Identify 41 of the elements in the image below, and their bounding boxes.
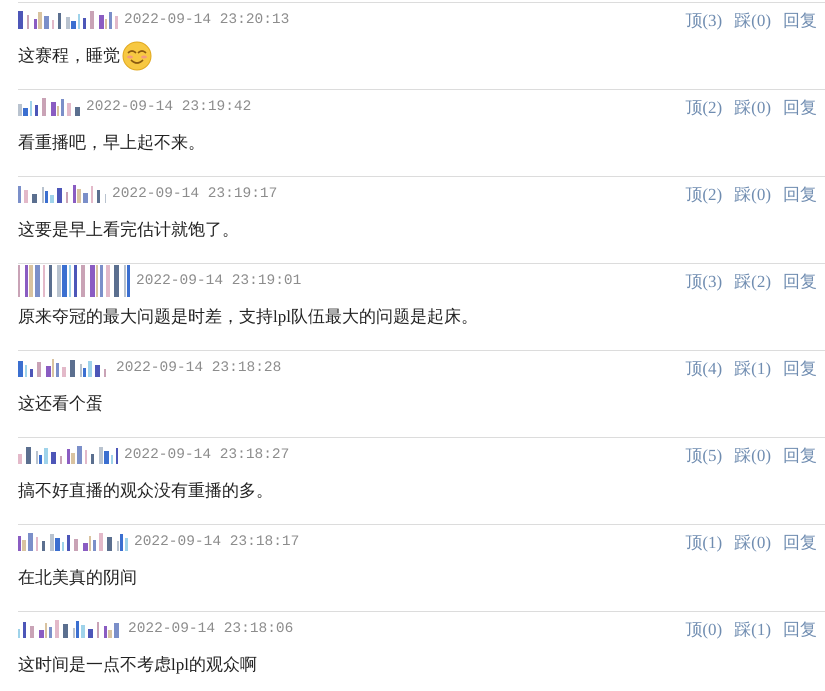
upvote-link[interactable]: 顶(2) (685, 96, 722, 118)
reply-link[interactable]: 回复 (783, 618, 817, 640)
reply-link[interactable]: 回复 (783, 182, 817, 206)
comment-text: 看重播吧，早上起不来。 (18, 132, 205, 154)
reply-link[interactable]: 回复 (783, 270, 817, 292)
downvote-link[interactable]: 踩(0) (734, 8, 771, 32)
downvote-link[interactable]: 踩(0) (734, 96, 771, 118)
upvote-link[interactable]: 顶(0) (685, 618, 722, 640)
comment-text: 原来夺冠的最大问题是时差，支持lpl队伍最大的问题是起床。 (18, 306, 478, 328)
downvote-link[interactable]: 踩(2) (734, 270, 771, 292)
upvote-link[interactable]: 顶(3) (685, 8, 722, 32)
comment-time: 2022-09-14 23:19:42 (86, 99, 252, 115)
comment-text: 搞不好直播的观众没有重播的多。 (18, 480, 273, 502)
reply-link[interactable]: 回复 (783, 96, 817, 118)
comment-time: 2022-09-14 23:18:28 (116, 360, 282, 376)
comment-text: 这还看个蛋 (18, 392, 103, 414)
upvote-link[interactable]: 顶(3) (685, 270, 722, 292)
comment-time: 2022-09-14 23:19:17 (112, 186, 278, 202)
downvote-link[interactable]: 踩(0) (734, 444, 771, 466)
downvote-link[interactable]: 踩(0) (734, 182, 771, 206)
reply-link[interactable]: 回复 (783, 444, 817, 466)
comment-text: 这要是早上看完估计就饱了。 (18, 218, 239, 240)
blurred-name-drawing (18, 98, 80, 116)
reply-link[interactable]: 回复 (783, 356, 817, 380)
upvote-link[interactable]: 顶(1) (685, 530, 722, 554)
comment-time: 2022-09-14 23:18:27 (124, 447, 290, 463)
reply-link[interactable]: 回复 (783, 530, 817, 554)
downvote-link[interactable]: 踩(1) (734, 356, 771, 380)
comment-time: 2022-09-14 23:19:01 (136, 273, 302, 289)
upvote-link[interactable]: 顶(4) (685, 356, 722, 380)
upvote-link[interactable]: 顶(2) (685, 182, 722, 206)
downvote-link[interactable]: 踩(0) (734, 530, 771, 554)
comment-time: 2022-09-14 23:18:17 (134, 534, 300, 550)
comment-time: 2022-09-14 23:20:13 (124, 12, 290, 28)
reply-link[interactable]: 回复 (783, 8, 817, 32)
comment-text: 这赛程，睡觉 (18, 44, 120, 66)
comment-time: 2022-09-14 23:18:06 (128, 621, 294, 637)
downvote-link[interactable]: 踩(1) (734, 618, 771, 640)
comment-text: 这时间是一点不考虑lpl的观众啊 (18, 654, 257, 676)
comment-text: 在北美真的阴间 (18, 566, 137, 588)
upvote-link[interactable]: 顶(5) (685, 444, 722, 466)
